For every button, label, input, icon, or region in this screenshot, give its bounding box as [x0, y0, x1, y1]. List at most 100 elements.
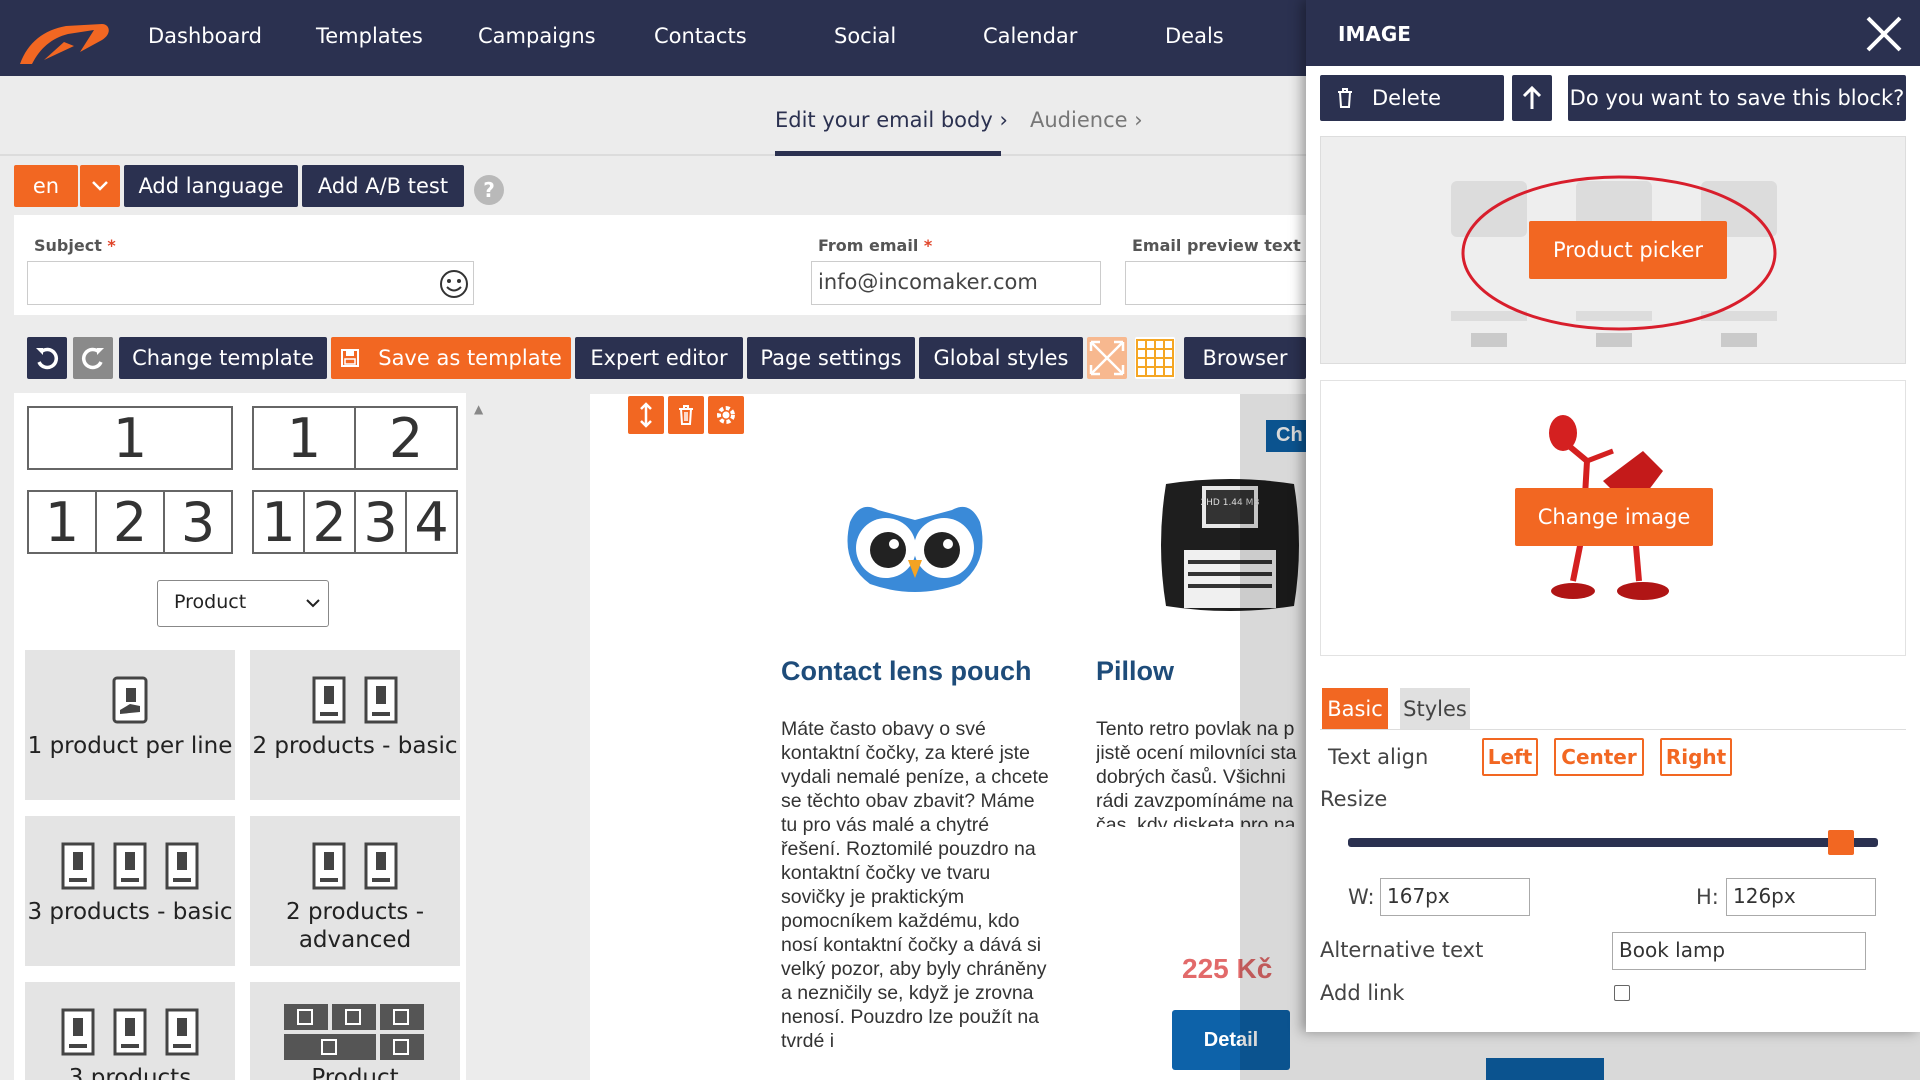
redo-icon — [82, 347, 104, 370]
product-icon — [61, 842, 95, 890]
delete-image-button[interactable]: Delete — [1320, 75, 1504, 121]
width-input[interactable]: 167px — [1380, 878, 1530, 916]
nav-deals[interactable]: Deals — [1165, 24, 1224, 48]
block-tile-product-grid[interactable]: Product — [250, 982, 460, 1080]
language-dropdown-button[interactable] — [80, 165, 120, 207]
fullscreen-button[interactable] — [1087, 337, 1127, 379]
help-icon[interactable]: ? — [474, 175, 504, 205]
chevron-down-icon — [306, 599, 320, 608]
move-up-button[interactable] — [1512, 75, 1552, 121]
change-template-button[interactable]: Change template — [119, 337, 327, 379]
layout-4-columns[interactable]: 1 2 3 4 — [252, 490, 458, 554]
incomaker-logo[interactable] — [14, 12, 110, 72]
tab-divider — [1320, 729, 1906, 730]
tab-styles[interactable]: Styles — [1400, 688, 1470, 730]
tile-icons — [25, 1008, 235, 1056]
product-icon — [165, 842, 199, 890]
block-tile-3-products[interactable]: 3 products — [25, 982, 235, 1080]
image-settings-panel: IMAGE Delete Do you want to save this bl… — [1306, 0, 1920, 1032]
height-input[interactable]: 126px — [1726, 878, 1876, 916]
from-email-input[interactable]: info@incomaker.com — [811, 261, 1101, 305]
column-number: 3 — [180, 490, 216, 554]
expert-editor-button[interactable]: Expert editor — [575, 337, 743, 379]
chevron-down-icon — [92, 181, 108, 191]
product-icon — [312, 676, 346, 724]
column-number: 2 — [305, 491, 356, 554]
resize-slider-thumb[interactable] — [1827, 830, 1854, 855]
move-block-button[interactable] — [628, 396, 664, 434]
layout-2-columns[interactable]: 1 2 — [252, 406, 458, 470]
save-as-template-label: Save as template — [378, 346, 562, 370]
product-preview: Product picker — [1320, 136, 1906, 364]
block-tile-2-products-advanced[interactable]: 2 products - advanced — [250, 816, 460, 966]
language-selector[interactable]: en — [14, 165, 78, 207]
delete-label: Delete — [1372, 86, 1441, 110]
scroll-up-arrow[interactable]: ▲ — [474, 402, 483, 416]
add-language-button[interactable]: Add language — [124, 165, 298, 207]
nav-calendar[interactable]: Calendar — [983, 24, 1077, 48]
step-audience[interactable]: Audience › — [1030, 108, 1143, 132]
change-image-button[interactable]: Change image — [1515, 488, 1713, 546]
from-email-label-text: From email — [818, 236, 919, 255]
align-left-button[interactable]: Left — [1482, 738, 1538, 776]
global-styles-button[interactable]: Global styles — [919, 337, 1083, 379]
nav-social[interactable]: Social — [834, 24, 896, 48]
alt-text-input[interactable]: Book lamp — [1612, 932, 1866, 970]
alt-text-label: Alternative text — [1320, 938, 1484, 962]
block-tile-2-products-basic[interactable]: 2 products - basic — [250, 650, 460, 800]
wizard-steps: Edit your email body › Audience › — [0, 76, 1320, 156]
chevron-right-icon: › — [1134, 108, 1143, 132]
block-tile-1-product[interactable]: 1 product per line — [25, 650, 235, 800]
add-link-checkbox[interactable] — [1614, 985, 1630, 1001]
expand-icon — [1089, 340, 1125, 376]
owl-pouch-image[interactable] — [840, 492, 990, 604]
required-mark: * — [923, 236, 933, 255]
step-edit-body[interactable]: Edit your email body › — [775, 108, 1008, 132]
layout-3-columns[interactable]: 1 2 3 — [27, 490, 233, 554]
nav-templates[interactable]: Templates — [316, 24, 423, 48]
product-title[interactable]: Pillow — [1096, 656, 1174, 687]
product-icon — [312, 842, 346, 890]
preview-text-label: Email preview text — [1132, 236, 1301, 255]
grid-toggle-button[interactable] — [1135, 337, 1175, 379]
nav-campaigns[interactable]: Campaigns — [478, 24, 596, 48]
subject-input[interactable] — [27, 261, 474, 305]
page-settings-button[interactable]: Page settings — [747, 337, 915, 379]
product-description[interactable]: Máte často obavy o své kontaktní čočky, … — [781, 717, 1053, 1053]
text-align-label: Text align — [1328, 745, 1429, 769]
save-as-template-button[interactable]: Save as template — [331, 337, 571, 379]
block-category-select[interactable]: Product — [157, 580, 329, 627]
nav-dashboard[interactable]: Dashboard — [148, 24, 262, 48]
tab-basic[interactable]: Basic — [1322, 688, 1388, 730]
column-number: 2 — [388, 406, 424, 470]
move-icon — [640, 402, 652, 428]
step-audience-label: Audience — [1030, 108, 1128, 132]
layout-1-column[interactable]: 1 — [27, 406, 233, 470]
product-hand-icon — [112, 676, 148, 724]
block-settings-button[interactable] — [708, 396, 744, 434]
undo-button[interactable] — [27, 337, 67, 379]
add-ab-test-button[interactable]: Add A/B test — [302, 165, 464, 207]
height-label: H: — [1696, 885, 1719, 909]
image-preview: Change image — [1320, 380, 1906, 656]
redo-button[interactable] — [73, 337, 113, 379]
save-block-button[interactable]: Do you want to save this block? — [1568, 75, 1906, 121]
align-center-button[interactable]: Center — [1554, 738, 1644, 776]
resize-slider[interactable] — [1348, 838, 1878, 847]
tile-label: 3 products — [68, 1065, 192, 1080]
tile-icons — [250, 676, 460, 724]
delete-block-button[interactable] — [668, 396, 704, 434]
block-tile-3-products-basic[interactable]: 3 products - basic — [25, 816, 235, 966]
preview-text-input[interactable] — [1125, 261, 1315, 305]
browser-preview-button[interactable]: Browser — [1184, 337, 1306, 379]
column-number: 1 — [254, 491, 305, 554]
product-icon — [113, 1008, 147, 1056]
step-edit-label: Edit your email body — [775, 108, 993, 132]
column-number: 3 — [356, 491, 407, 554]
align-right-button[interactable]: Right — [1660, 738, 1732, 776]
product-title[interactable]: Contact lens pouch — [781, 656, 1032, 687]
emoji-icon[interactable] — [439, 269, 469, 299]
column-number: 1 — [254, 407, 356, 470]
close-icon[interactable] — [1864, 14, 1904, 54]
nav-contacts[interactable]: Contacts — [654, 24, 747, 48]
